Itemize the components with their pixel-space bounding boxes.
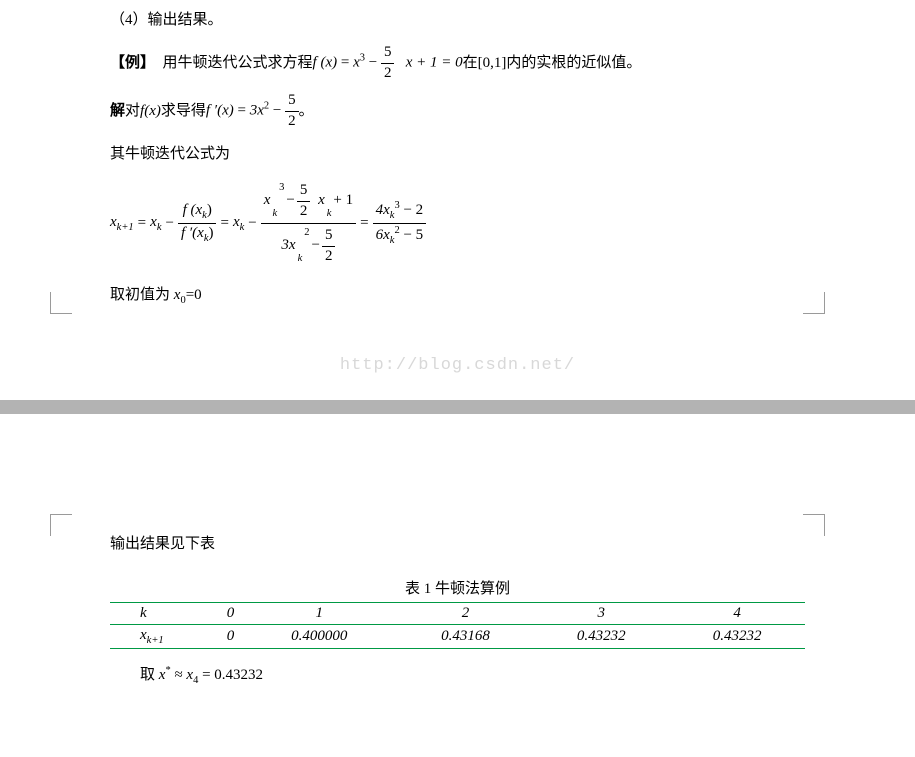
frac-f-over-fprime: f (xk) f ′(xk) (178, 201, 217, 245)
table-row: k 0 1 2 3 4 (110, 603, 805, 625)
td: 1 (241, 603, 398, 625)
td: 2 (398, 603, 534, 625)
table-row: xk+1 0 0.400000 0.43168 0.43232 0.43232 (110, 625, 805, 649)
newton-intro: 其牛顿迭代公式为 (110, 139, 805, 169)
frac-den: 2 (381, 64, 395, 84)
solve-line: 解 对 f(x) 求导得 f ′(x) = 3x2 − 5 2 。 (110, 91, 805, 131)
frac-5-2-a: 5 2 (381, 43, 395, 83)
final-value: = 0.43232 (202, 667, 263, 683)
document-page-1: （4）输出结果。 【例】 用牛顿迭代公式求方程 f (x) = x3 − 5 2… (0, 0, 915, 400)
frac-5-2-b: 5 2 (285, 91, 299, 131)
eq2-sup2: 2 (264, 100, 269, 111)
eq-sign-2: = (220, 215, 228, 232)
eq-sign-3: = (360, 215, 368, 232)
example-line: 【例】 用牛顿迭代公式求方程 f (x) = x3 − 5 2 x + 1 = … (110, 43, 805, 83)
frac-expanded: xk3 − 5 2 xk + 1 3xk2 − 5 2 (261, 181, 356, 266)
inner-frac-num: 5 2 (297, 181, 311, 221)
td: 0 (220, 625, 241, 649)
init-var: x0=0 (174, 287, 202, 303)
page-corner-icon (50, 292, 72, 314)
final-result: 取 x* ≈ x4 = 0.43232 (140, 663, 805, 686)
page-gap (0, 400, 915, 414)
th-k: k (110, 603, 220, 625)
eq2-3x: 3x (250, 102, 264, 118)
watermark: http://blog.csdn.net/ (0, 356, 915, 375)
td: 0.43168 (398, 625, 534, 649)
example-text-a: 用牛顿迭代公式求方程 (163, 48, 313, 78)
table-caption: 表 1 牛顿法算例 (110, 577, 805, 598)
final-sub4: 4 (193, 675, 198, 686)
init-text: 取初值为 (110, 287, 174, 303)
eq-x: x (353, 54, 360, 70)
td: 0 (220, 603, 241, 625)
period: 。 (299, 96, 314, 126)
page-corner-icon (50, 514, 72, 536)
solve-label: 解 (110, 96, 125, 126)
minus-1: − (165, 215, 173, 232)
newton-table: k 0 1 2 3 4 xk+1 0 0.400000 0.43168 0.43… (110, 602, 805, 649)
frac-den-2: 2 (285, 112, 299, 132)
final-star: * (165, 665, 170, 676)
frac-num: 5 (381, 43, 395, 64)
example-text-b: 在[0,1]内的实根的近似值。 (463, 48, 642, 78)
example-label: 【例】 (110, 48, 155, 78)
eq-lhs: f (x) (313, 54, 338, 70)
inner-frac-den: 5 2 (322, 226, 336, 266)
eq-sup3: 3 (360, 52, 365, 63)
td: 0.43232 (669, 625, 805, 649)
step-4-text: （4）输出结果。 (110, 12, 223, 28)
td: 0.43232 (533, 625, 669, 649)
equation-fx: f (x) = x3 − 5 2 x + 1 = 0 (313, 43, 463, 83)
minus-2: − (248, 215, 256, 232)
output-intro: 输出结果见下表 (110, 529, 805, 559)
td: 0.400000 (241, 625, 398, 649)
xk-2: xk (233, 214, 244, 233)
solve-fx: f(x) (140, 96, 161, 126)
td: 4 (669, 603, 805, 625)
step-4-line: （4）输出结果。 (110, 5, 805, 35)
final-approx: ≈ (174, 667, 186, 683)
page-corner-icon (803, 514, 825, 536)
document-page-2: 输出结果见下表 表 1 牛顿法算例 k 0 1 2 3 4 xk+1 0 0.4… (0, 414, 915, 757)
final-take: 取 (140, 667, 159, 683)
initial-value-line: 取初值为 x0=0 (110, 280, 805, 311)
eq-rest: x + 1 = 0 (406, 54, 463, 70)
solve-text-b: 求导得 (161, 96, 206, 126)
xk-1: xk (150, 214, 161, 233)
newton-iteration-formula: xk+1 = xk − f (xk) f ′(xk) = xk − xk3 − (110, 181, 805, 266)
solve-text-a: 对 (125, 96, 140, 126)
frac-simplified: 4xk3 − 2 6xk2 − 5 (373, 199, 427, 247)
td: 3 (533, 603, 669, 625)
eq2-lhs: f ′(x) (206, 102, 234, 118)
page-corner-icon (803, 292, 825, 314)
equation-fprime: f ′(x) = 3x2 − 5 2 (206, 91, 299, 131)
eq-sign-1: = (138, 215, 146, 232)
th-xk1: xk+1 (110, 625, 220, 649)
frac-num-2: 5 (285, 91, 299, 112)
xk1: xk+1 (110, 214, 134, 233)
